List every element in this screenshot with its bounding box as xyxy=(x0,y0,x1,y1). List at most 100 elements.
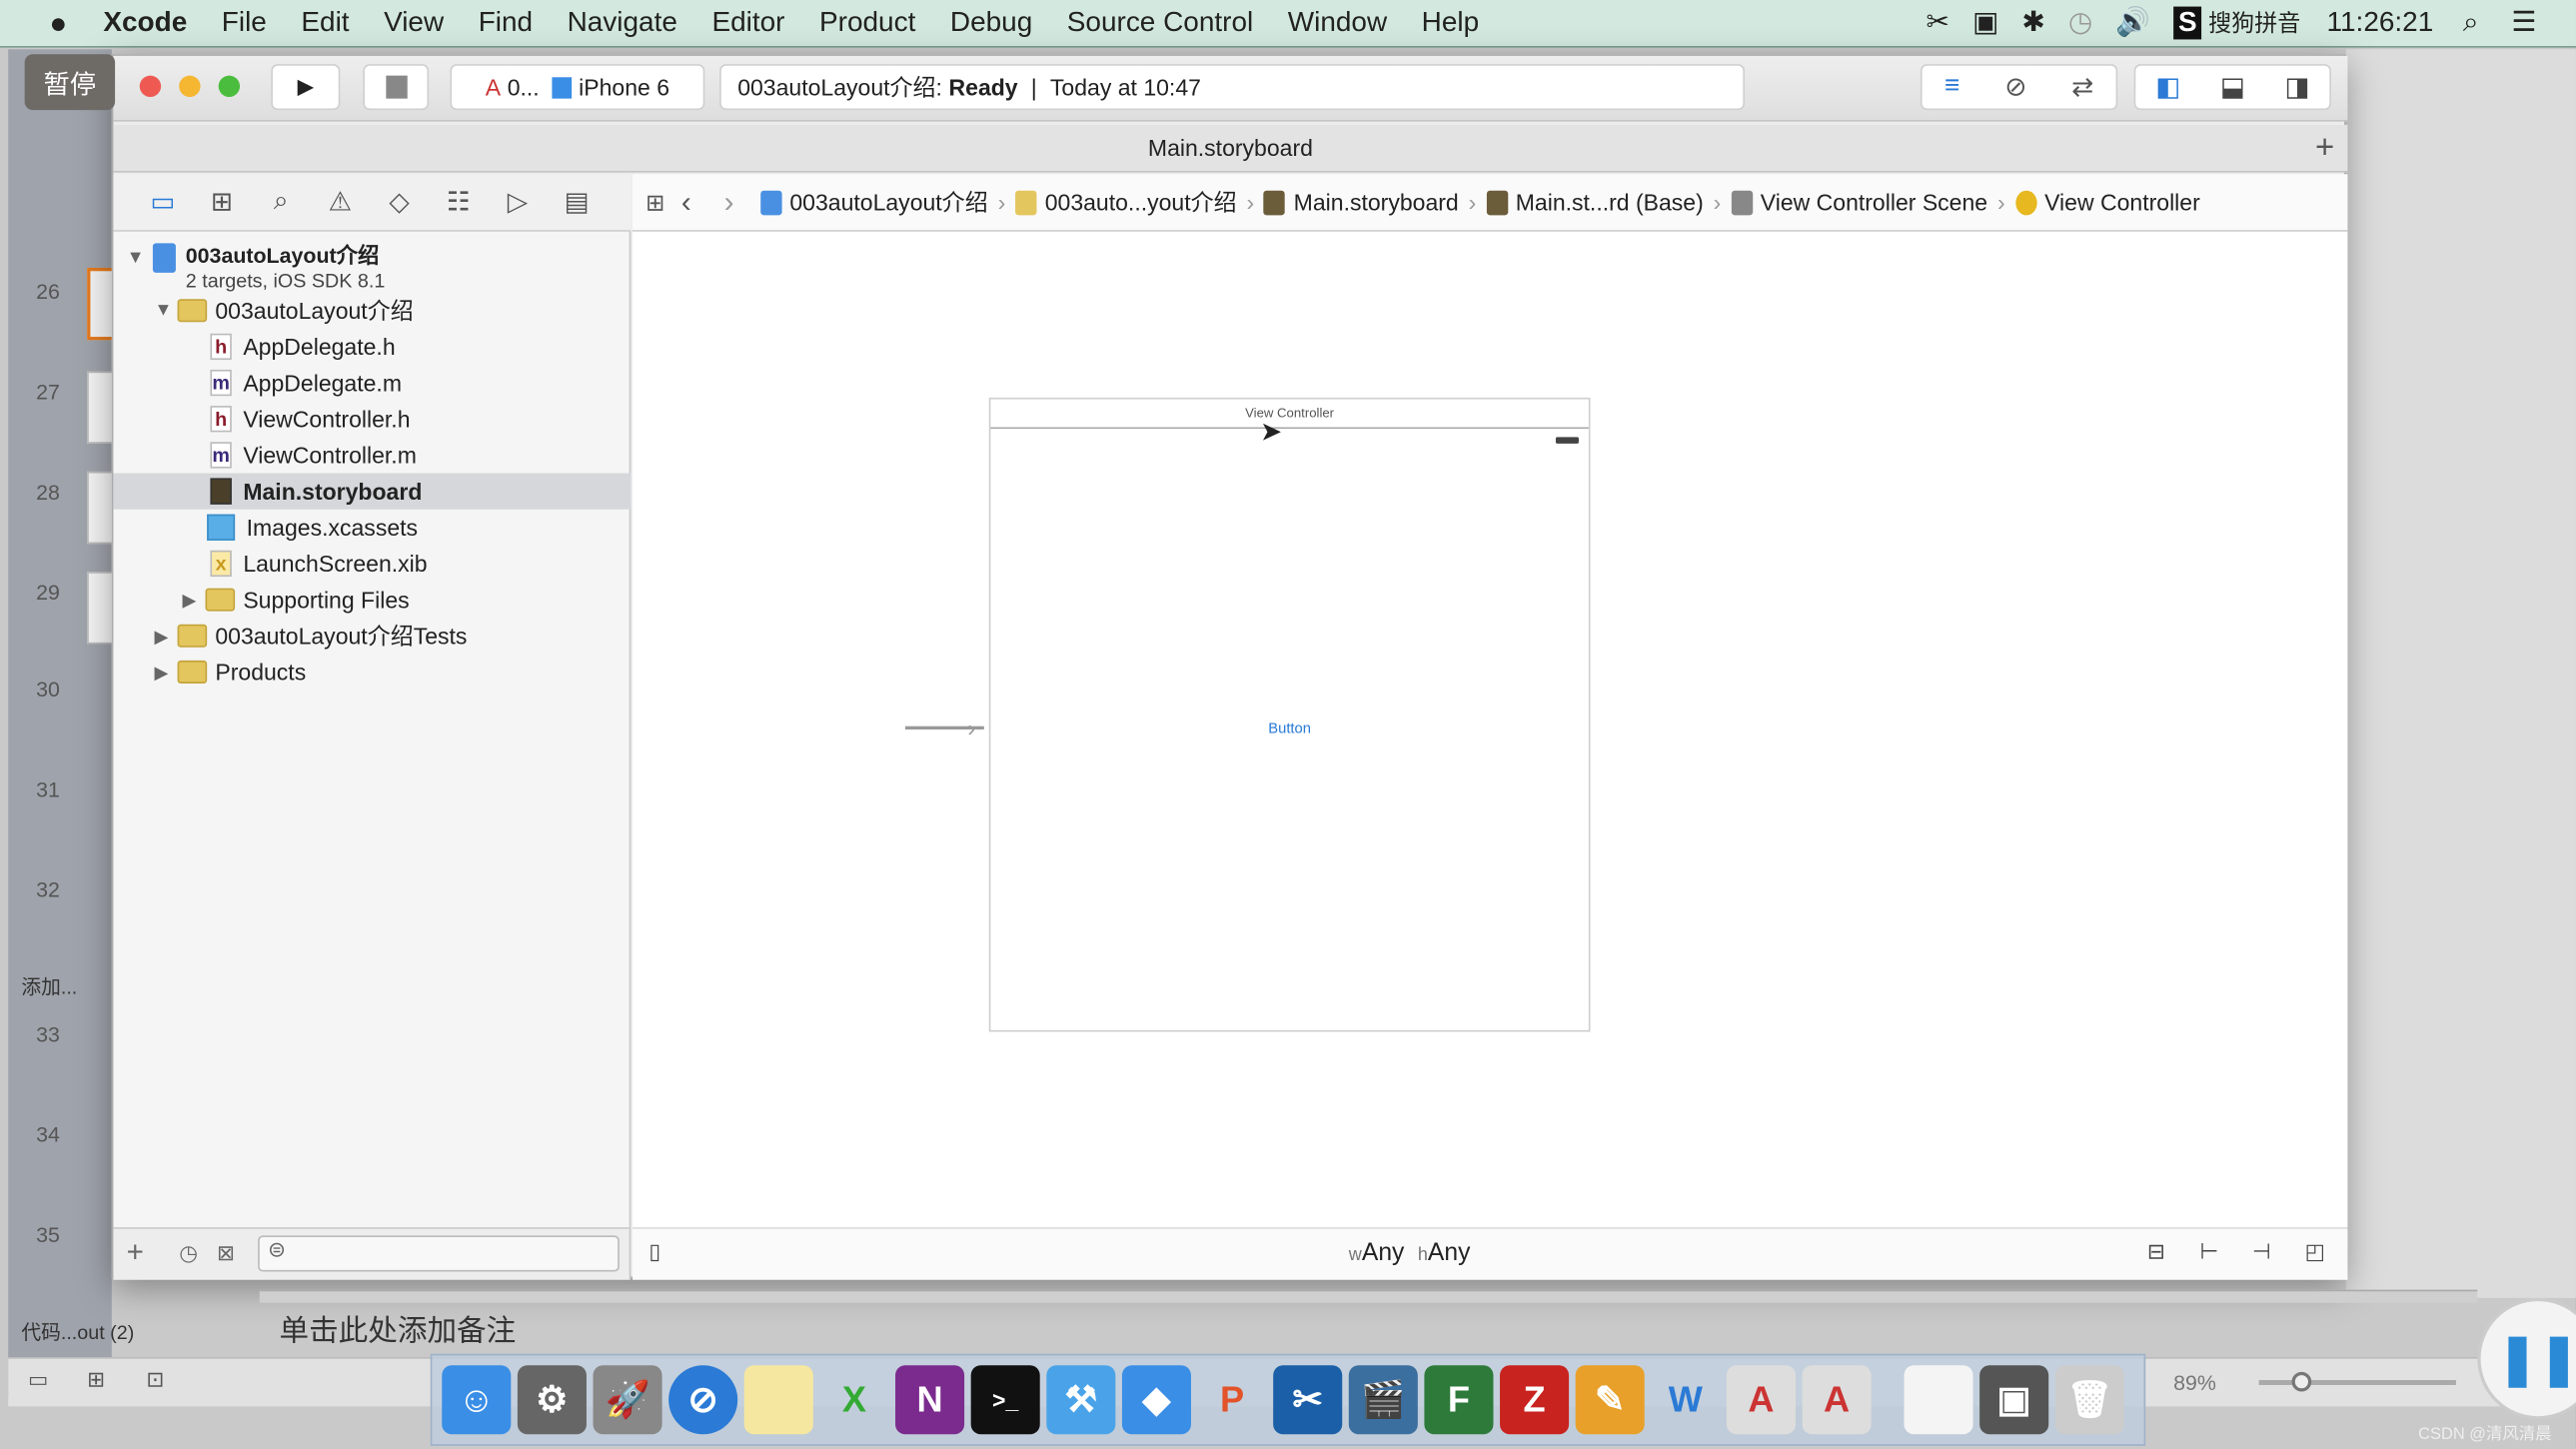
test-navigator-icon[interactable]: ◇ xyxy=(370,186,429,219)
notes-icon[interactable] xyxy=(743,1365,813,1435)
menu-app-xcode[interactable]: Xcode xyxy=(103,7,187,40)
project-root[interactable]: ▼ 003autoLayout介绍 2 targets, iOS SDK 8.1 xyxy=(127,238,385,293)
terminal-icon[interactable]: >_ xyxy=(970,1365,1040,1435)
jump-bar-project[interactable]: 003autoLayout介绍 › xyxy=(759,186,1005,219)
menu-help[interactable]: Help xyxy=(1422,7,1479,40)
normal-view-icon[interactable]: ▭ xyxy=(28,1367,48,1393)
filezilla-icon[interactable]: Z xyxy=(1500,1365,1570,1435)
downloads-icon[interactable] xyxy=(1904,1365,1973,1435)
disclosure-closed-icon[interactable]: ▶ xyxy=(155,662,178,683)
menu-find[interactable]: Find xyxy=(479,7,533,40)
add-file-button[interactable]: + xyxy=(127,1235,144,1270)
close-button[interactable] xyxy=(139,75,162,98)
spotlight-icon[interactable]: ⌕ xyxy=(2463,7,2479,40)
scissors-icon[interactable]: ✂ xyxy=(1927,7,1949,40)
disclosure-closed-icon[interactable]: ▶ xyxy=(155,626,178,647)
related-items-icon[interactable]: ⊞ xyxy=(645,188,664,216)
onenote-icon[interactable]: N xyxy=(895,1365,965,1435)
scm-filter-icon[interactable]: ⊠ xyxy=(217,1240,235,1266)
navigator-toggle-icon[interactable]: ◧ xyxy=(2155,71,2180,104)
tab-main-storyboard[interactable]: Main.storyboard xyxy=(1148,135,1313,161)
xcode-icon[interactable]: ⚒ xyxy=(1046,1365,1116,1435)
menu-editor[interactable]: Editor xyxy=(711,7,784,40)
xcode-alt-icon[interactable]: ◆ xyxy=(1121,1365,1191,1435)
zoom-button[interactable] xyxy=(218,75,241,98)
breakpoint-navigator-icon[interactable]: ▷ xyxy=(488,186,547,219)
disclosure-closed-icon[interactable]: ▶ xyxy=(182,589,205,611)
jump-bar-view-controller[interactable]: View Controller xyxy=(2014,189,2200,215)
powerpoint-icon[interactable]: P xyxy=(1198,1365,1267,1434)
menu-file[interactable]: File xyxy=(222,7,267,40)
volume-icon[interactable]: 🔊 xyxy=(2115,7,2150,40)
minimize-button[interactable] xyxy=(179,75,201,98)
section-add[interactable]: 添加... xyxy=(21,972,77,1000)
document-outline-toggle-icon[interactable]: ▯ xyxy=(648,1239,660,1265)
run-button[interactable]: ▶ xyxy=(271,64,341,111)
safari-icon[interactable]: ⊘ xyxy=(668,1365,738,1435)
menu-edit[interactable]: Edit xyxy=(301,7,349,40)
desktop-icon[interactable]: ▣ xyxy=(1979,1365,2049,1435)
nav-item-file[interactable]: m ViewController.m xyxy=(113,437,631,473)
assistant-editor-icon[interactable]: ⊘ xyxy=(2004,71,2026,104)
sogou-icon[interactable]: S xyxy=(2173,6,2202,40)
filter-input[interactable]: ⊜ xyxy=(258,1235,620,1272)
slide-notes[interactable]: 单击此处添加备注 xyxy=(260,1306,2478,1355)
sketch-icon[interactable]: ✎ xyxy=(1575,1365,1645,1435)
slide-sorter-icon[interactable]: ⊞ xyxy=(87,1367,105,1393)
word-icon[interactable]: W xyxy=(1651,1365,1720,1434)
menu-product[interactable]: Product xyxy=(819,7,915,40)
system-preferences-icon[interactable]: ⚙ xyxy=(517,1365,587,1435)
clock[interactable]: 11:26:21 xyxy=(2327,7,2434,40)
screenshot-tool-icon[interactable]: ✂ xyxy=(1273,1365,1343,1435)
utilities-toggle-icon[interactable]: ◨ xyxy=(2285,71,2310,104)
align-icon[interactable]: ⊟ xyxy=(2147,1239,2165,1265)
standard-editor-icon[interactable]: ≡ xyxy=(1944,72,1959,102)
jump-bar-base[interactable]: Main.st...rd (Base) › xyxy=(1486,189,1721,215)
size-class-selector[interactable]: wAny hAny xyxy=(1349,1239,1471,1267)
zoom-slider-thumb[interactable] xyxy=(2291,1371,2312,1392)
time-machine-icon[interactable]: ◷ xyxy=(2068,7,2092,40)
finder-icon[interactable]: ☺ xyxy=(442,1365,512,1435)
trash-icon[interactable]: 🗑 xyxy=(2054,1365,2124,1435)
menu-navigate[interactable]: Navigate xyxy=(568,7,677,40)
scheme-selector[interactable]: A 0... iPhone 6 xyxy=(450,64,705,111)
disclosure-open-icon[interactable]: ▼ xyxy=(155,301,178,321)
version-editor-icon[interactable]: ⇄ xyxy=(2071,71,2093,104)
menu-debug[interactable]: Debug xyxy=(950,7,1032,40)
ftp-icon[interactable]: F xyxy=(1424,1365,1494,1435)
camera-icon[interactable]: ▣ xyxy=(1972,7,1998,40)
find-navigator-icon[interactable]: ⌕ xyxy=(252,187,311,217)
nav-item-group[interactable]: ▶ 003autoLayout介绍Tests xyxy=(113,618,631,654)
nav-item-file[interactable]: x LaunchScreen.xib xyxy=(113,546,631,582)
storyboard-canvas[interactable]: › View Controller Button ➤ xyxy=(632,231,2348,1228)
view-controller-scene[interactable]: View Controller Button xyxy=(988,397,1591,1032)
jump-bar-storyboard[interactable]: Main.storyboard › xyxy=(1264,189,1476,215)
nav-item-group[interactable]: ▶ Products xyxy=(113,654,631,690)
nav-item-file[interactable]: h AppDelegate.h xyxy=(113,329,631,365)
nav-item-file[interactable]: h ViewController.h xyxy=(113,401,631,437)
report-navigator-icon[interactable]: ▤ xyxy=(547,186,606,219)
jump-bar-scene[interactable]: View Controller Scene › xyxy=(1731,189,2005,215)
section-code[interactable]: 代码...out (2) xyxy=(21,1318,134,1346)
bluetooth-icon[interactable]: ✱ xyxy=(2021,7,2044,40)
issue-navigator-icon[interactable]: ⚠ xyxy=(311,186,370,219)
menu-view[interactable]: View xyxy=(384,7,444,40)
pin-icon[interactable]: ⊢ xyxy=(2199,1239,2218,1265)
debug-area-toggle-icon[interactable]: ⬓ xyxy=(2220,71,2245,104)
resizing-icon[interactable]: ◰ xyxy=(2305,1239,2325,1265)
resolve-issues-icon[interactable]: ⊣ xyxy=(2252,1239,2271,1265)
recent-files-icon[interactable]: ◷ xyxy=(179,1240,198,1266)
menu-window[interactable]: Window xyxy=(1288,7,1387,40)
stop-button[interactable] xyxy=(363,64,430,111)
nav-item-group[interactable]: ▼ 003autoLayout介绍 xyxy=(113,293,631,329)
add-tab-button[interactable]: + xyxy=(2315,130,2334,168)
nav-item-file[interactable]: Images.xcassets xyxy=(113,510,631,546)
excel-icon[interactable]: X xyxy=(819,1365,888,1434)
button-element[interactable]: Button xyxy=(990,720,1588,735)
project-navigator-icon[interactable]: ▭ xyxy=(133,186,192,219)
zoom-slider[interactable] xyxy=(2258,1371,2456,1392)
menu-source-control[interactable]: Source Control xyxy=(1067,7,1253,40)
input-method[interactable]: 搜狗拼音 xyxy=(2208,7,2300,40)
xcode-doc-icon[interactable]: A xyxy=(1726,1365,1797,1435)
notification-center-icon[interactable]: ☰ xyxy=(2511,7,2536,40)
